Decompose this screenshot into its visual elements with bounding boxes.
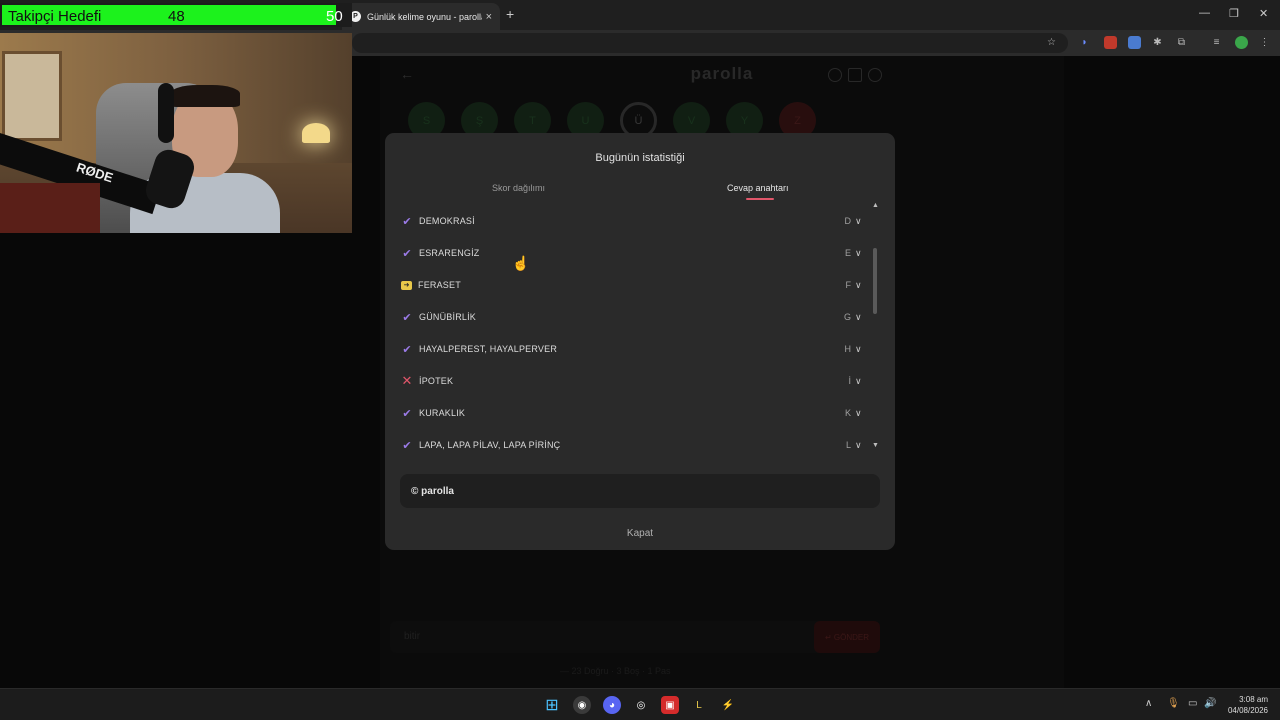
check-icon: ✔ xyxy=(402,215,412,228)
screen: ← parolla S Ş T U Ü V Y Z bitir ↵ GÖNDER xyxy=(0,0,1280,720)
check-icon: ✔ xyxy=(402,439,412,452)
answer-word: KURAKLIK xyxy=(419,408,466,418)
chrome-icon[interactable]: ◉ xyxy=(573,696,591,714)
answer-letter: E xyxy=(844,248,851,258)
copyright-box: © parolla xyxy=(400,474,880,508)
check-icon: ✔ xyxy=(402,247,412,260)
check-icon: ✔ xyxy=(402,407,412,420)
scroll-down-icon[interactable]: ▼ xyxy=(872,442,879,449)
webcam-person-hair xyxy=(170,85,240,107)
active-tab-underline xyxy=(746,198,774,200)
extensions-puzzle-icon[interactable]: ⧉ xyxy=(1175,36,1188,49)
chevron-down-icon[interactable]: ∨ xyxy=(855,248,867,259)
volume-icon[interactable]: 🔊 xyxy=(1204,698,1216,709)
tab-close-icon[interactable]: × xyxy=(486,11,492,23)
hand-cursor-icon: ☝ xyxy=(512,255,530,271)
webcam-desk xyxy=(0,183,100,233)
answer-word: ESRARENGİZ xyxy=(419,248,480,258)
scrollbar-thumb[interactable] xyxy=(873,248,877,314)
close-window-icon[interactable]: ✕ xyxy=(1259,7,1268,20)
answer-word: GÜNÜBİRLİK xyxy=(419,312,477,322)
answer-row[interactable]: ✕ İPOTEK İ ∨ xyxy=(397,365,867,397)
answer-row[interactable]: ✔ DEMOKRASİ D ∨ xyxy=(397,205,867,237)
windows-taskbar: ⊞ ◉ ◕ ◎ ▣ L ⚡ ∧ 🎙 ▭ 🔊 3:08 am 04/08/2026 xyxy=(0,688,1280,720)
microphone-icon[interactable]: 🎙 xyxy=(1167,698,1180,709)
cross-icon: ✕ xyxy=(401,373,413,388)
menu-kebab-icon[interactable]: ⋮ xyxy=(1258,36,1271,49)
check-icon: ✔ xyxy=(402,343,412,356)
obs-icon[interactable]: ◎ xyxy=(632,696,650,714)
answer-row[interactable]: ➜ FERASET F ∨ xyxy=(397,269,867,301)
webcam-headset xyxy=(158,83,174,143)
follower-goal-label: Takipçi Hedefi xyxy=(8,8,102,25)
clock-date: 04/08/2026 xyxy=(1227,706,1268,715)
answer-letter: F xyxy=(845,280,852,290)
tray-chevron-up-icon[interactable]: ∧ xyxy=(1145,698,1152,709)
list-scrollbar[interactable]: ▲ ▼ xyxy=(872,202,879,452)
follower-goal-current: 48 xyxy=(168,8,185,25)
system-clock[interactable]: 3:08 am 04/08/2026 xyxy=(1228,694,1268,716)
stats-modal: Bugünün istatistiği Skor dağılımı Cevap … xyxy=(385,133,895,550)
chevron-down-icon[interactable]: ∨ xyxy=(855,408,867,419)
answer-row[interactable]: ✔ ESRARENGİZ E ∨ xyxy=(397,237,867,269)
answer-list: ✔ DEMOKRASİ D ∨ ✔ ESRARENGİZ E ∨ ➜ FERAS… xyxy=(397,205,867,457)
minimize-icon[interactable]: — xyxy=(1199,7,1210,19)
answer-letter: L xyxy=(845,440,851,450)
restore-icon[interactable]: ❐ xyxy=(1229,7,1239,20)
scroll-up-icon[interactable]: ▲ xyxy=(872,202,879,209)
chevron-down-icon[interactable]: ∨ xyxy=(855,440,867,451)
answer-letter: K xyxy=(844,408,851,418)
webcam-window xyxy=(2,51,62,141)
chevron-down-icon[interactable]: ∨ xyxy=(855,216,867,227)
answer-row[interactable]: ✔ HAYALPEREST, HAYALPERVER H ∨ xyxy=(397,333,867,365)
new-tab-icon[interactable]: + xyxy=(506,6,514,22)
answer-row[interactable]: ✔ GÜNÜBİRLİK G ∨ xyxy=(397,301,867,333)
close-button[interactable]: Kapat xyxy=(385,528,895,539)
extension-icon[interactable] xyxy=(1128,36,1141,49)
clock-time: 3:08 am xyxy=(1239,695,1268,704)
discord-icon[interactable]: ◕ xyxy=(603,696,621,714)
webcam-feed: RØDE xyxy=(0,33,352,233)
pass-arrow-icon: ➜ xyxy=(401,280,412,290)
league-icon[interactable]: L xyxy=(690,696,708,714)
check-icon: ✔ xyxy=(402,311,412,324)
tab-score-distribution[interactable]: Skor dağılımı xyxy=(492,183,545,193)
answer-word: HAYALPEREST, HAYALPERVER xyxy=(419,344,558,354)
tab-answer-key[interactable]: Cevap anahtarı xyxy=(727,183,789,193)
answer-word: FERASET xyxy=(418,280,461,290)
follower-goal-max: 50 xyxy=(326,8,343,25)
chevron-down-icon[interactable]: ∨ xyxy=(855,280,867,291)
network-icon[interactable]: ▭ xyxy=(1188,698,1197,709)
bookmark-star-icon[interactable]: ☆ xyxy=(1045,36,1058,49)
chevron-down-icon[interactable]: ∨ xyxy=(855,312,867,323)
webcam-lamp xyxy=(302,123,330,143)
extension-icon[interactable]: ◗ xyxy=(1078,36,1091,49)
answer-letter: H xyxy=(844,344,852,354)
media-control-icon[interactable]: ≡ xyxy=(1210,36,1223,49)
windows-start-icon[interactable]: ⊞ xyxy=(543,696,561,714)
answer-word: LAPA, LAPA PİLAV, LAPA PİRİNÇ xyxy=(419,440,561,450)
chevron-down-icon[interactable]: ∨ xyxy=(855,344,867,355)
valorant-icon[interactable]: ⚡ xyxy=(719,696,737,714)
answer-letter: D xyxy=(844,216,852,226)
browser-tab[interactable]: P Günlük kelime oyunu - parolla × xyxy=(342,3,500,30)
answer-letter: G xyxy=(843,312,851,322)
answer-letter: İ xyxy=(848,376,851,386)
answer-word: DEMOKRASİ xyxy=(419,216,475,226)
tab-title: Günlük kelime oyunu - parolla xyxy=(367,11,482,22)
extension-icon[interactable] xyxy=(1104,36,1117,49)
modal-tabs: Skor dağılımı Cevap anahtarı xyxy=(385,183,895,203)
answer-row[interactable]: ✔ LAPA, LAPA PİLAV, LAPA PİRİNÇ L ∨ xyxy=(397,429,867,457)
profile-avatar-icon[interactable] xyxy=(1235,36,1248,49)
follower-goal-bar: Takipçi Hedefi 48 50 xyxy=(0,3,352,27)
answer-row[interactable]: ✔ KURAKLIK K ∨ xyxy=(397,397,867,429)
address-bar[interactable] xyxy=(352,33,1068,53)
extension-icon[interactable]: ✱ xyxy=(1151,36,1164,49)
answer-word: İPOTEK xyxy=(419,376,454,386)
chevron-down-icon[interactable]: ∨ xyxy=(855,376,867,387)
app-icon[interactable]: ▣ xyxy=(661,696,679,714)
modal-title: Bugünün istatistiği xyxy=(595,152,685,164)
